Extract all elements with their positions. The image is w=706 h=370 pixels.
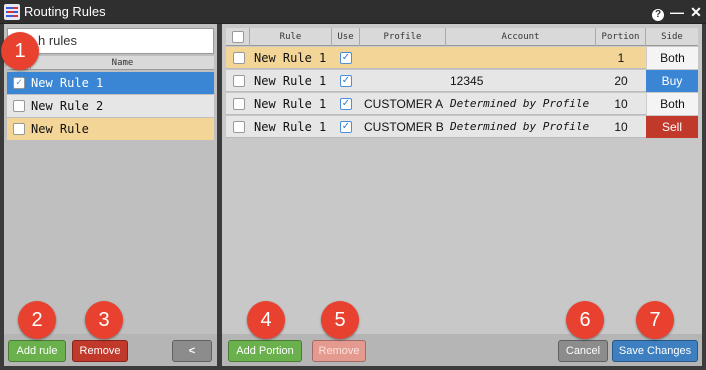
portions-panel: Rule Use Profile Account Portion Side Ne… bbox=[222, 24, 702, 364]
portion-column-header[interactable]: Portion bbox=[596, 28, 646, 46]
routing-rules-window: Routing Rules ? — ✕ h rules Name ✓ New R… bbox=[0, 0, 706, 370]
side-cell[interactable]: Buy bbox=[646, 70, 698, 92]
table-row[interactable]: New Rule 1 ✓ CUSTOMER B Determined by Pr… bbox=[226, 116, 698, 138]
use-checkbox[interactable]: ✓ bbox=[332, 116, 360, 138]
profile-column-header[interactable]: Profile bbox=[360, 28, 446, 46]
row-checkbox[interactable] bbox=[226, 70, 250, 92]
portion-cell: 10 bbox=[614, 120, 628, 134]
side-cell[interactable]: Both bbox=[646, 47, 698, 69]
account-cell: Determined by Profile bbox=[450, 120, 590, 133]
account-cell bbox=[450, 47, 596, 69]
rule-checkbox[interactable] bbox=[13, 123, 25, 135]
callout-badge: 1 bbox=[1, 32, 39, 70]
name-column-header: Name bbox=[111, 58, 134, 68]
side-column-header[interactable]: Side bbox=[646, 28, 698, 46]
portion-cell: 10 bbox=[614, 97, 628, 111]
side-cell[interactable]: Sell bbox=[646, 116, 698, 138]
rule-checkbox[interactable] bbox=[13, 100, 25, 112]
save-changes-button[interactable]: Save Changes bbox=[612, 340, 698, 362]
routing-rules-icon bbox=[4, 4, 20, 20]
row-checkbox[interactable] bbox=[226, 116, 250, 138]
rules-list-header: Name bbox=[7, 56, 214, 70]
rule-cell: New Rule 1 bbox=[254, 97, 327, 111]
rule-cell: New Rule 1 bbox=[254, 51, 327, 65]
rule-name: New Rule bbox=[31, 122, 89, 136]
row-checkbox[interactable] bbox=[226, 93, 250, 115]
rule-column-header[interactable]: Rule bbox=[250, 28, 332, 46]
help-icon[interactable]: ? bbox=[650, 3, 666, 21]
add-portion-button[interactable]: Add Portion bbox=[228, 340, 302, 362]
profile-cell: CUSTOMER A bbox=[364, 97, 444, 111]
callout-badge: 7 bbox=[636, 301, 674, 339]
portions-toolbar: Add Portion Remove Cancel Save Changes bbox=[222, 334, 702, 366]
select-all-checkbox[interactable] bbox=[226, 28, 250, 46]
row-checkbox[interactable] bbox=[226, 47, 250, 69]
portion-cell: 20 bbox=[614, 74, 628, 88]
rule-list-item[interactable]: New Rule 2 bbox=[7, 95, 214, 117]
remove-rule-button[interactable]: Remove bbox=[72, 340, 128, 362]
use-checkbox[interactable]: ✓ bbox=[332, 47, 360, 69]
table-row[interactable]: New Rule 1 ✓ 1 Both bbox=[226, 47, 698, 69]
rule-checkbox[interactable]: ✓ bbox=[13, 77, 25, 89]
profile-cell bbox=[364, 70, 446, 92]
rule-name: New Rule 2 bbox=[31, 99, 104, 113]
callout-badge: 2 bbox=[18, 301, 56, 339]
portions-table-header: Rule Use Profile Account Portion Side bbox=[226, 28, 698, 46]
remove-portion-button[interactable]: Remove bbox=[312, 340, 366, 362]
window-title: Routing Rules bbox=[24, 4, 106, 19]
close-icon[interactable]: ✕ bbox=[688, 3, 704, 21]
rule-cell: New Rule 1 bbox=[254, 120, 327, 134]
rule-cell: New Rule 1 bbox=[254, 74, 327, 88]
add-rule-button[interactable]: Add rule bbox=[8, 340, 66, 362]
account-cell: 12345 bbox=[450, 74, 484, 88]
use-column-header[interactable]: Use bbox=[332, 28, 360, 46]
use-checkbox[interactable]: ✓ bbox=[332, 70, 360, 92]
callout-badge: 4 bbox=[247, 301, 285, 339]
portion-cell: 1 bbox=[617, 51, 625, 65]
rule-list-item[interactable]: New Rule bbox=[7, 118, 214, 140]
minimize-icon[interactable]: — bbox=[669, 3, 685, 21]
callout-badge: 6 bbox=[566, 301, 604, 339]
title-bar: Routing Rules ? — ✕ bbox=[0, 0, 706, 24]
callout-badge: 5 bbox=[321, 301, 359, 339]
profile-cell: CUSTOMER B bbox=[364, 120, 444, 134]
rule-list-item[interactable]: ✓ New Rule 1 bbox=[7, 72, 214, 94]
table-row[interactable]: New Rule 1 ✓ 12345 20 Buy bbox=[226, 70, 698, 92]
account-cell: Determined by Profile bbox=[450, 97, 590, 110]
rule-name: New Rule 1 bbox=[31, 76, 104, 90]
side-cell[interactable]: Both bbox=[646, 93, 698, 115]
callout-badge: 3 bbox=[85, 301, 123, 339]
collapse-panel-button[interactable]: < bbox=[172, 340, 212, 362]
cancel-button[interactable]: Cancel bbox=[558, 340, 608, 362]
use-checkbox[interactable]: ✓ bbox=[332, 93, 360, 115]
account-column-header[interactable]: Account bbox=[446, 28, 596, 46]
profile-cell bbox=[364, 47, 446, 69]
table-row[interactable]: New Rule 1 ✓ CUSTOMER A Determined by Pr… bbox=[226, 93, 698, 115]
